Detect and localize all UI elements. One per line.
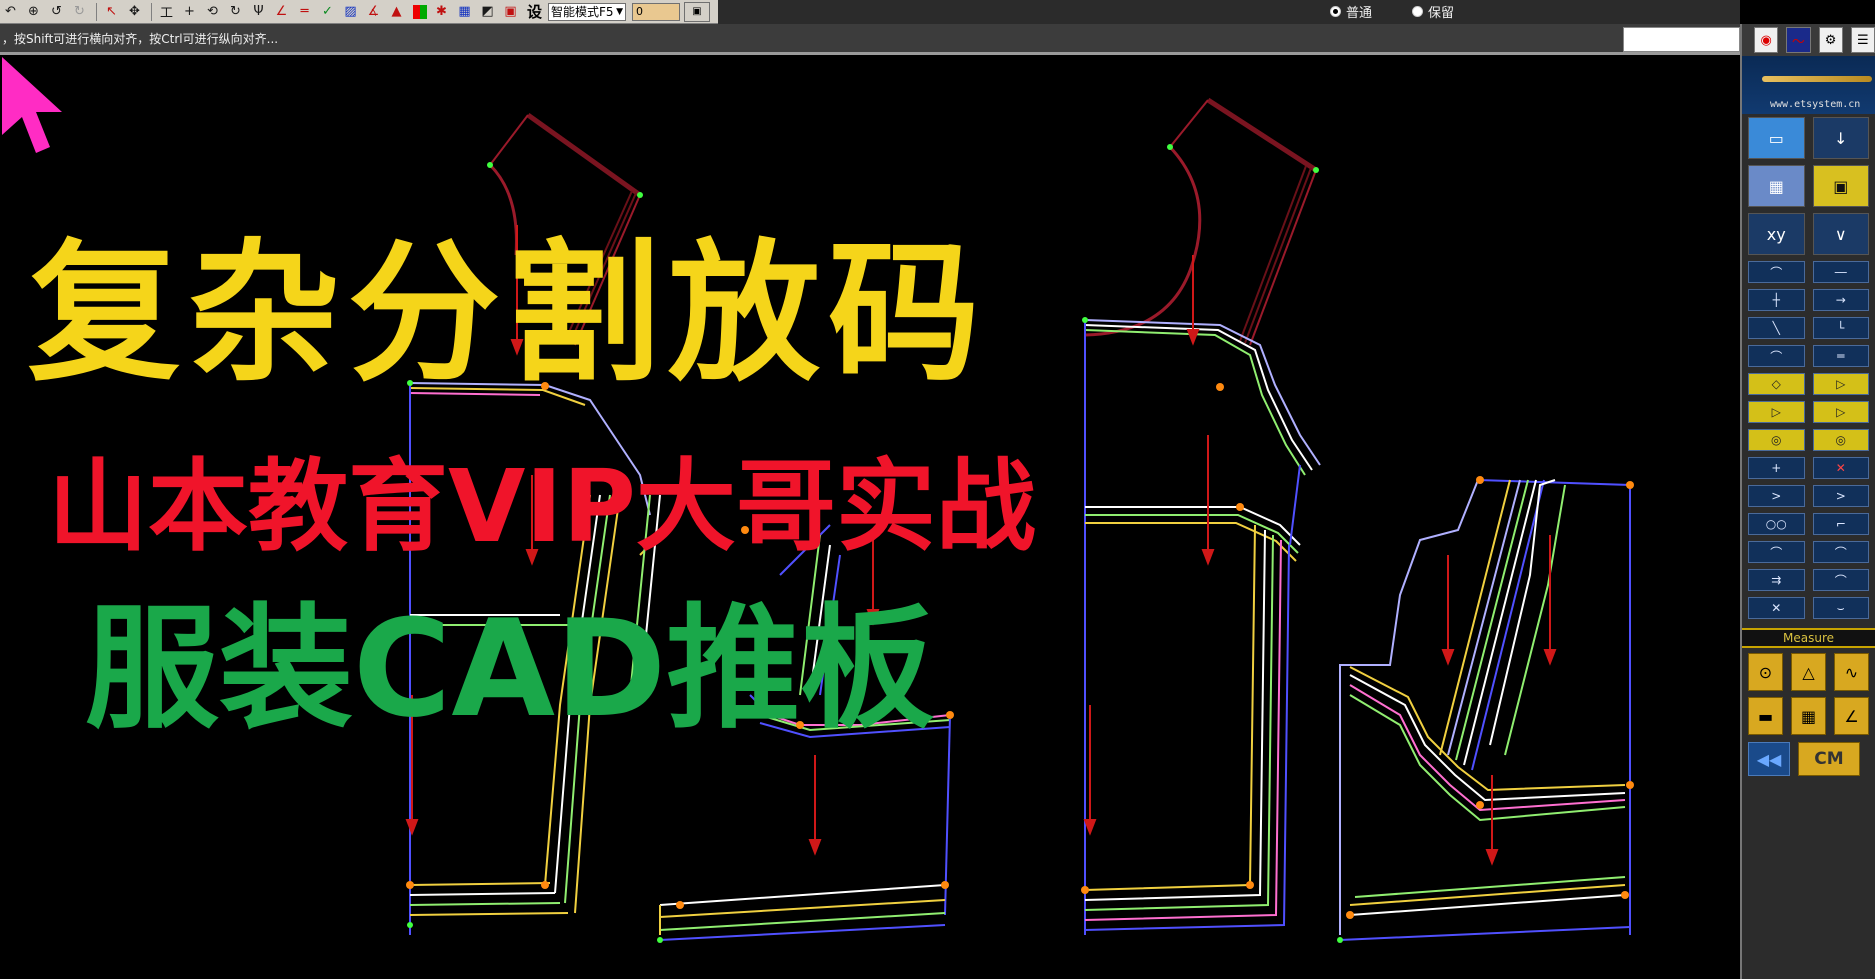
radio-keep[interactable]: 保留 [1412,2,1454,21]
radio-keep-label: 保留 [1428,6,1455,21]
curve-tool-1[interactable]: ⌒ [1748,261,1805,283]
ruler-icon[interactable]: ▬ [1748,697,1783,735]
hem-tool[interactable]: ⌣ [1812,597,1869,619]
x-tool[interactable]: ✕ [1812,457,1869,479]
radio-normal-dot[interactable] [1330,6,1342,17]
line-tool-3[interactable]: ═ [1812,345,1869,367]
right-back-piece [1339,479,1631,941]
frame-tool-button[interactable]: ▭ [1748,117,1805,159]
command-input[interactable] [1623,27,1740,52]
panel-top-buttons: ◉ ～ ⚙ ☰ [1742,24,1875,56]
arrow-tool-1[interactable]: → [1812,289,1869,311]
cross-curve-tool[interactable]: ✕ [1748,597,1805,619]
angle-measure-icon[interactable]: ∠ [1834,697,1869,735]
hint-bar: ，按Shift可进行横向对齐，按Ctrl可进行纵向对齐... [0,24,1740,55]
vertex-tool-button[interactable]: ∨ [1812,213,1869,255]
grid-icon[interactable]: ▦ [454,2,475,22]
plus-tool[interactable]: + [1748,457,1805,479]
settings-button[interactable]: 设 [527,1,542,22]
eye-tool-2[interactable]: ◎ [1812,429,1869,451]
tag-tool-3[interactable]: ▷ [1812,401,1869,423]
move-icon[interactable]: ✥ [124,2,145,22]
diamond-tool[interactable]: ◇ [1748,373,1805,395]
mouse-cursor-icon [2,57,62,153]
website-label: www.etsystem.cn [1770,99,1861,110]
dart-tool-2[interactable]: > [1812,485,1869,507]
hatch-icon[interactable]: ▨ [340,2,361,22]
tag-tool-1[interactable]: ▷ [1812,373,1869,395]
calculator-icon[interactable]: ▦ [1791,697,1826,735]
radio-normal[interactable]: 普通 [1330,2,1372,21]
button-tool[interactable]: ○○ [1748,513,1805,535]
color-icon[interactable] [413,4,427,19]
main-toolbar: ↶ ⊕ ↺ ↻ ↖ ✥ 工 + ⟲ ↻ Ψ ∠ ═ ✓ ▨ ∡ ▲ ✱ ▦ ◩ … [0,0,1740,24]
right-body-piece [1084,319,1321,935]
align-icon[interactable]: 工 [156,2,177,22]
measure-section-label: Measure [1742,628,1875,648]
line-tool-1[interactable]: ┼ [1748,289,1805,311]
hint-text: ，按Shift可进行横向对齐，按Ctrl可进行纵向对齐... [2,31,279,46]
toolbar-options: 普通 保留 [718,0,1740,24]
curve-tool-3[interactable]: ⌒ [1748,345,1805,367]
chevron-down-icon: ▼ [616,6,624,17]
right-front-neck [1084,97,1318,346]
zoom-icon[interactable]: ⊕ [23,2,44,22]
eye-tool-1[interactable]: ◎ [1748,429,1805,451]
apply-button[interactable]: ▣ [684,1,711,22]
undo-cursor-icon[interactable]: ↶ [0,2,21,22]
measure-icon[interactable]: ∡ [363,2,384,22]
right-tool-panel: ◉ ～ ⚙ ☰ www.etsystem.cn ▭ ↓ ▦ ▣ xy ∨ ⌒ ― … [1740,24,1875,979]
tape-measure-icon[interactable]: ⊙ [1748,653,1783,691]
arrow-down-tool-button[interactable]: ↓ [1812,117,1869,159]
dart-tool-1[interactable]: > [1748,485,1805,507]
radio-keep-dot[interactable] [1412,6,1424,17]
curve-measure-icon[interactable]: ∿ [1834,653,1869,691]
corner-tool[interactable]: └ [1812,317,1869,339]
brand-logo: www.etsystem.cn [1742,56,1875,114]
angle-icon[interactable]: ∠ [271,2,292,22]
line-icon[interactable]: ═ [294,2,315,22]
xy-tool-button[interactable]: xy [1748,213,1805,255]
snapshot-icon[interactable]: ▣ [500,2,521,22]
rotate-icon[interactable]: ⟲ [202,2,223,22]
radio-normal-label: 普通 [1346,6,1373,21]
list-icon[interactable]: ☰ [1850,27,1875,53]
curve-tool-2[interactable]: ― [1812,261,1869,283]
curve-icon[interactable]: ～ [1786,27,1811,53]
arrow-tool-2[interactable]: ⇉ [1748,569,1805,591]
triangle-icon[interactable]: △ [1791,653,1826,691]
overlay-subtitle-2: 服装CAD推板 [85,591,935,747]
cross-icon[interactable]: ✱ [431,2,452,22]
fork-icon[interactable]: Ψ [248,2,269,22]
toolbar-divider [96,2,97,21]
curve-tool-5[interactable]: ⌒ [1812,541,1869,563]
curve-tool-4[interactable]: ⌒ [1748,541,1805,563]
add-point-icon[interactable]: + [179,2,200,22]
pencil-icon [1762,76,1872,82]
unit-prev-button[interactable]: ◀◀ [1748,742,1790,776]
curve-tool-6[interactable]: ⌒ [1812,569,1869,591]
mountain-icon[interactable]: ▲ [386,2,407,22]
unit-cm-button[interactable]: CM [1798,742,1860,776]
redo-icon[interactable]: ↻ [69,2,90,22]
drawing-canvas[interactable]: 复杂分割放码 山本教育VIP大哥实战 服装CAD推板 [0,55,1740,979]
value-input[interactable]: 0 [632,2,681,21]
record-icon[interactable]: ◉ [1754,27,1779,53]
overlay-subtitle: 山本教育VIP大哥实战 [48,448,1036,565]
folder-tool-button[interactable]: ▣ [1812,165,1869,207]
mode-select[interactable]: 智能模式F5 ▼ [548,2,627,21]
overlay-title: 复杂分割放码 [28,225,988,402]
hook-tool[interactable]: ⌐ [1812,513,1869,535]
table-tool-button[interactable]: ▦ [1748,165,1805,207]
check-icon[interactable]: ✓ [317,2,338,22]
toolbar-divider [151,2,152,21]
tag-tool-2[interactable]: ▷ [1748,401,1805,423]
undo-icon[interactable]: ↺ [46,2,67,22]
mirror-icon[interactable]: ↻ [225,2,246,22]
line-tool-2[interactable]: ╲ [1748,317,1805,339]
mode-select-value: 智能模式F5 [551,5,614,19]
fill-icon[interactable]: ◩ [477,2,498,22]
settings-icon[interactable]: ⚙ [1818,27,1843,53]
select-icon[interactable]: ↖ [101,2,122,22]
